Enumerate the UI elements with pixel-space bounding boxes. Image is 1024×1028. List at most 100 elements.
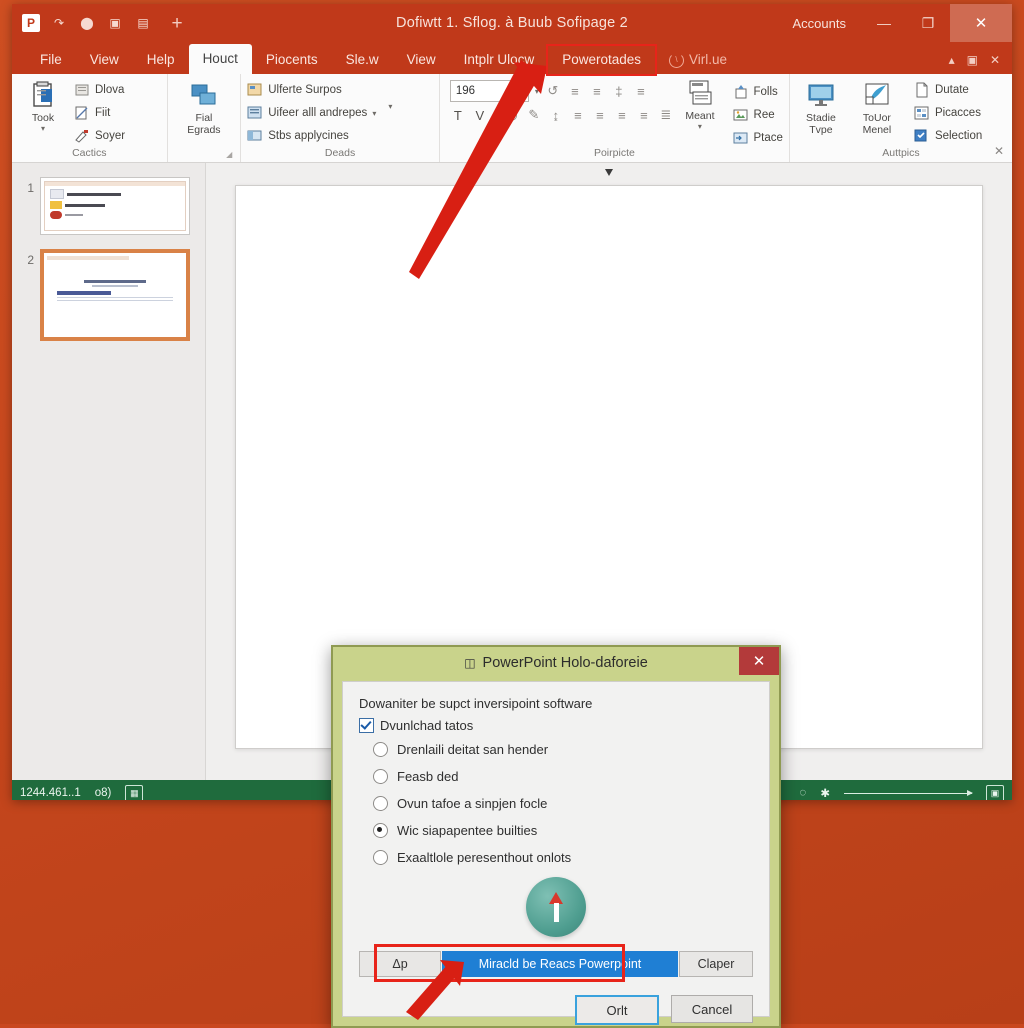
align-left-2-icon[interactable]: ≡ xyxy=(570,108,586,123)
tab-view-2[interactable]: View xyxy=(393,46,450,74)
tab-powerotades[interactable]: Powerotades xyxy=(546,44,658,76)
cancel-button[interactable]: Cancel xyxy=(671,995,753,1023)
save-icon[interactable]: ⬤ xyxy=(78,14,96,32)
replace-button[interactable]: Ptace xyxy=(733,128,783,148)
tab-design[interactable]: Sle.w xyxy=(332,46,393,74)
paste-button[interactable]: Took ▾ xyxy=(18,80,68,133)
segment-button-1[interactable]: Δр xyxy=(359,951,441,977)
shapes-button[interactable]: Folls xyxy=(733,82,783,102)
ribbon-close-icon[interactable]: ✕ xyxy=(994,144,1004,158)
tab-transitions[interactable]: Intplr Ulocw xyxy=(450,46,549,74)
columns-icon[interactable]: ↨ xyxy=(548,108,564,123)
radio-option-3[interactable]: Ovun tafoe a sinpjen focle xyxy=(373,796,753,811)
reset-label: Uifeer alll andrepes xyxy=(268,107,368,119)
lock-icon[interactable]: ▣ xyxy=(106,14,124,32)
tab-help[interactable]: Help xyxy=(133,46,189,74)
restore-button[interactable]: ❐ xyxy=(906,4,950,42)
align-center-icon[interactable]: ≡ xyxy=(589,84,605,99)
close-ribbon-icon[interactable]: ✕ xyxy=(990,53,1000,67)
font-color-icon[interactable]: V xyxy=(472,108,488,123)
radio-option-2[interactable]: Feasb ded xyxy=(373,769,753,784)
autosave-icon[interactable]: ↷ xyxy=(50,14,68,32)
section-button[interactable]: Stbs applycines xyxy=(247,126,376,146)
clear-formatting-icon[interactable]: ↺ xyxy=(545,83,561,99)
radio-icon[interactable] xyxy=(373,850,388,865)
font-size-dropdown-icon[interactable]: ▾ xyxy=(535,87,539,96)
radio-icon[interactable] xyxy=(373,769,388,784)
app-icon[interactable]: P xyxy=(22,14,40,32)
align-right-icon[interactable]: ≡ xyxy=(614,108,630,123)
thumbnail-number: 2 xyxy=(27,253,34,267)
new-tab-icon[interactable]: + xyxy=(168,14,186,33)
arrange-button[interactable]: Meant ▾ xyxy=(673,78,727,131)
minimize-button[interactable]: — xyxy=(862,4,906,42)
segment-button-3[interactable]: Claper xyxy=(679,951,753,977)
chevron-down-icon[interactable]: ▾ xyxy=(698,122,702,132)
tab-insert[interactable]: Piocents xyxy=(252,46,332,74)
radio-option-4[interactable]: Wic siapapentee builties xyxy=(373,823,753,838)
close-button[interactable]: ✕ xyxy=(950,4,1012,42)
segment-button-selected[interactable]: Miracld be Reacs Powerpoint xyxy=(442,951,678,977)
selection-button[interactable]: Selection xyxy=(914,126,982,146)
radio-option-1[interactable]: Drenlaili deitat san hender xyxy=(373,742,753,757)
notes-icon[interactable]: ▦ xyxy=(125,784,144,800)
ribbon-group-slides: Fial Egrads ◢ xyxy=(168,74,242,162)
picacces-button[interactable]: Picacces xyxy=(914,103,982,123)
powerpoint-dialog[interactable]: ◫ PowerPoint Holo-daforeie ✕ Dowaniter b… xyxy=(331,645,781,1028)
undo-icon[interactable]: ▤ xyxy=(134,14,152,32)
ok-button[interactable]: Orlt xyxy=(575,995,659,1025)
radio-icon[interactable] xyxy=(373,796,388,811)
align-center-2-icon[interactable]: ≡ xyxy=(592,108,608,123)
chevron-down-icon[interactable]: ▾ xyxy=(520,87,524,96)
zoom-slider[interactable] xyxy=(844,789,973,796)
clear-icon[interactable]: ◎ xyxy=(504,107,520,123)
tollor-menel-button[interactable]: ToUor Menel xyxy=(852,80,902,136)
slide-thumbnail-pane[interactable]: 1 2 xyxy=(12,163,206,780)
text-tool-icon[interactable]: T xyxy=(450,108,466,123)
fit-slide-icon[interactable]: ▣ xyxy=(986,784,1004,800)
copy-button[interactable]: Fiit xyxy=(74,103,125,123)
bullets-icon[interactable]: ≣ xyxy=(658,107,674,123)
image-button[interactable]: Ree xyxy=(733,105,783,125)
slide-thumbnail-2[interactable] xyxy=(40,249,190,341)
chevron-down-icon[interactable]: ▾ xyxy=(372,109,376,118)
line-spacing-icon[interactable]: ≡ xyxy=(633,84,649,99)
cut-button[interactable]: Dlova xyxy=(74,80,125,100)
view-icon[interactable]: ◌ xyxy=(800,787,807,799)
download-checkbox-row[interactable]: Dvunlchad tatos xyxy=(359,718,753,733)
format-painter-button[interactable]: Soyer xyxy=(74,126,125,146)
collapse-ribbon-icon[interactable]: ▴ xyxy=(949,53,955,67)
list-item[interactable]: 1 xyxy=(12,173,205,245)
reset-button[interactable]: Uifeer alll andrepes ▾ xyxy=(247,103,376,123)
deads-overflow-chevron-icon[interactable]: ▾ xyxy=(388,102,392,111)
tab-view-1[interactable]: View xyxy=(76,46,133,74)
tab-file[interactable]: File xyxy=(26,46,76,74)
align-left-icon[interactable]: ≡ xyxy=(567,84,583,99)
radio-icon[interactable] xyxy=(373,742,388,757)
dialog-title-bar: ◫ PowerPoint Holo-daforeie ✕ xyxy=(333,647,779,679)
highlight-icon[interactable]: ✎ xyxy=(526,107,542,123)
stadie-tvpe-button[interactable]: Stadie Tvpe xyxy=(796,80,846,136)
text-direction-icon[interactable]: ‡ xyxy=(611,84,627,99)
layout-button[interactable]: Ulferte Surpos xyxy=(247,80,376,100)
dialog-launcher-icon[interactable]: ◢ xyxy=(226,150,232,159)
justify-icon[interactable]: ≡ xyxy=(636,108,652,123)
new-slide-button[interactable]: Fial Egrads xyxy=(179,80,229,136)
radio-option-5[interactable]: Exaaltlole peresenthout onlots xyxy=(373,850,753,865)
font-size-input[interactable]: 196 ▾ xyxy=(449,80,529,102)
checkbox-icon[interactable] xyxy=(359,718,374,733)
present-icon[interactable]: ▣ xyxy=(967,53,978,67)
chevron-down-icon[interactable]: ▾ xyxy=(41,124,45,134)
chevron-down-icon[interactable]: ▾ xyxy=(494,111,498,120)
tell-me-box[interactable]: \ Virl.ue xyxy=(655,46,741,74)
dialog-close-button[interactable]: ✕ xyxy=(739,647,779,675)
list-item[interactable]: 2 xyxy=(12,245,205,351)
account-label[interactable]: Accounts xyxy=(777,16,862,31)
replace-label: Ptace xyxy=(753,132,783,144)
slide-thumbnail-1[interactable] xyxy=(40,177,190,235)
tab-home[interactable]: Houct xyxy=(188,44,252,74)
dutate-button[interactable]: Dutate xyxy=(914,80,982,100)
accessibility-icon[interactable]: ✱ xyxy=(820,786,830,800)
radio-icon[interactable] xyxy=(373,823,388,838)
status-left-text: 1244.461..1 xyxy=(20,787,81,799)
